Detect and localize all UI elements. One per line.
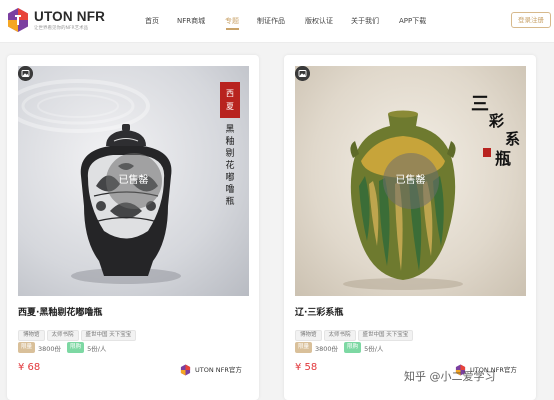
login-register-button[interactable]: 登录注册: [511, 12, 551, 28]
product-image[interactable]: 西 夏 黑 釉 剔 花 嘟 噜 瓶 已售罄: [18, 66, 249, 296]
sold-out-badge: 已售罄: [105, 153, 162, 209]
zhihu-watermark: 知乎 @小二爱学习: [404, 370, 496, 383]
svg-text:花: 花: [225, 159, 234, 171]
tag-label: 博物馆: [18, 330, 45, 341]
svg-text:三: 三: [471, 94, 489, 115]
svg-text:黑: 黑: [225, 124, 234, 135]
tag-label: 盛世中国 天下宝宝: [80, 330, 137, 341]
brand-tagline: 让世界看见你的NFR艺术品: [34, 26, 89, 31]
tag-label: 太师书院: [323, 330, 356, 341]
limit-value: 3800份: [315, 344, 339, 353]
image-preview-icon[interactable]: [18, 66, 33, 81]
publisher-name: UTON NFR官方: [195, 366, 242, 374]
limit-badge: 限量: [295, 342, 313, 353]
svg-text:釉: 釉: [225, 135, 234, 147]
active-nav-indicator: [226, 28, 239, 30]
sold-out-badge: 已售罄: [382, 153, 439, 209]
svg-text:瓶: 瓶: [225, 195, 234, 207]
nav-nfr-mall[interactable]: NFR商城: [177, 16, 205, 26]
buy-limit-value: 5份/人: [87, 344, 107, 353]
product-stats: 限量 3800份 限购 5份/人: [295, 342, 389, 353]
nav-app-download[interactable]: APP下载: [399, 16, 426, 26]
tag-label: 盛世中国 天下宝宝: [357, 330, 414, 341]
svg-text:嘟: 嘟: [225, 171, 234, 183]
product-price: ¥ 68: [18, 362, 41, 373]
product-image[interactable]: 三 彩 系 瓶 已售罄: [295, 66, 526, 296]
buy-limit-badge: 限购: [67, 342, 85, 353]
top-navigation-bar: UTON NFR 让世界看见你的NFR艺术品 首页 NFR商城 专题 制证作品 …: [0, 0, 554, 43]
product-title[interactable]: 西夏·黑釉剔花嘟噜瓶: [18, 305, 102, 318]
svg-text:西: 西: [226, 89, 234, 98]
product-card[interactable]: 西 夏 黑 釉 剔 花 嘟 噜 瓶 已售罄 西夏·黑釉剔花嘟噜瓶 博物馆 太师书院…: [7, 55, 259, 400]
svg-text:剔: 剔: [225, 148, 234, 159]
tag-label: 博物馆: [295, 330, 322, 341]
buy-limit-value: 5份/人: [364, 344, 384, 353]
limit-value: 3800份: [38, 344, 62, 353]
nav-home[interactable]: 首页: [145, 16, 159, 26]
nav-topics[interactable]: 专题: [225, 16, 239, 26]
product-price: ¥ 58: [295, 362, 318, 373]
svg-text:彩: 彩: [488, 112, 504, 130]
image-preview-icon[interactable]: [295, 66, 310, 81]
product-card[interactable]: 三 彩 系 瓶 已售罄 辽·三彩系瓶 博物馆 太师书院 盛世中国 天下宝宝 限量 38…: [284, 55, 536, 400]
brand-name[interactable]: UTON NFR: [34, 9, 105, 24]
nav-certified-works[interactable]: 制证作品: [257, 16, 285, 26]
tag-label: 太师书院: [46, 330, 79, 341]
uton-logo-icon: [180, 364, 191, 376]
product-title[interactable]: 辽·三彩系瓶: [295, 305, 343, 318]
product-tags: 博物馆 太师书院 盛世中国 天下宝宝: [295, 321, 415, 341]
product-tags: 博物馆 太师书院 盛世中国 天下宝宝: [18, 321, 138, 341]
nav-copyright-certification[interactable]: 版权认证: [305, 16, 333, 26]
publisher[interactable]: UTON NFR官方: [180, 364, 242, 376]
svg-text:瓶: 瓶: [495, 149, 511, 168]
limit-badge: 限量: [18, 342, 36, 353]
buy-limit-badge: 限购: [344, 342, 362, 353]
nav-about-us[interactable]: 关于我们: [351, 16, 379, 26]
svg-text:噜: 噜: [225, 183, 234, 195]
svg-text:系: 系: [505, 130, 520, 148]
uton-logo-icon[interactable]: [6, 7, 30, 33]
svg-text:夏: 夏: [226, 102, 234, 111]
product-stats: 限量 3800份 限购 5份/人: [18, 342, 112, 353]
